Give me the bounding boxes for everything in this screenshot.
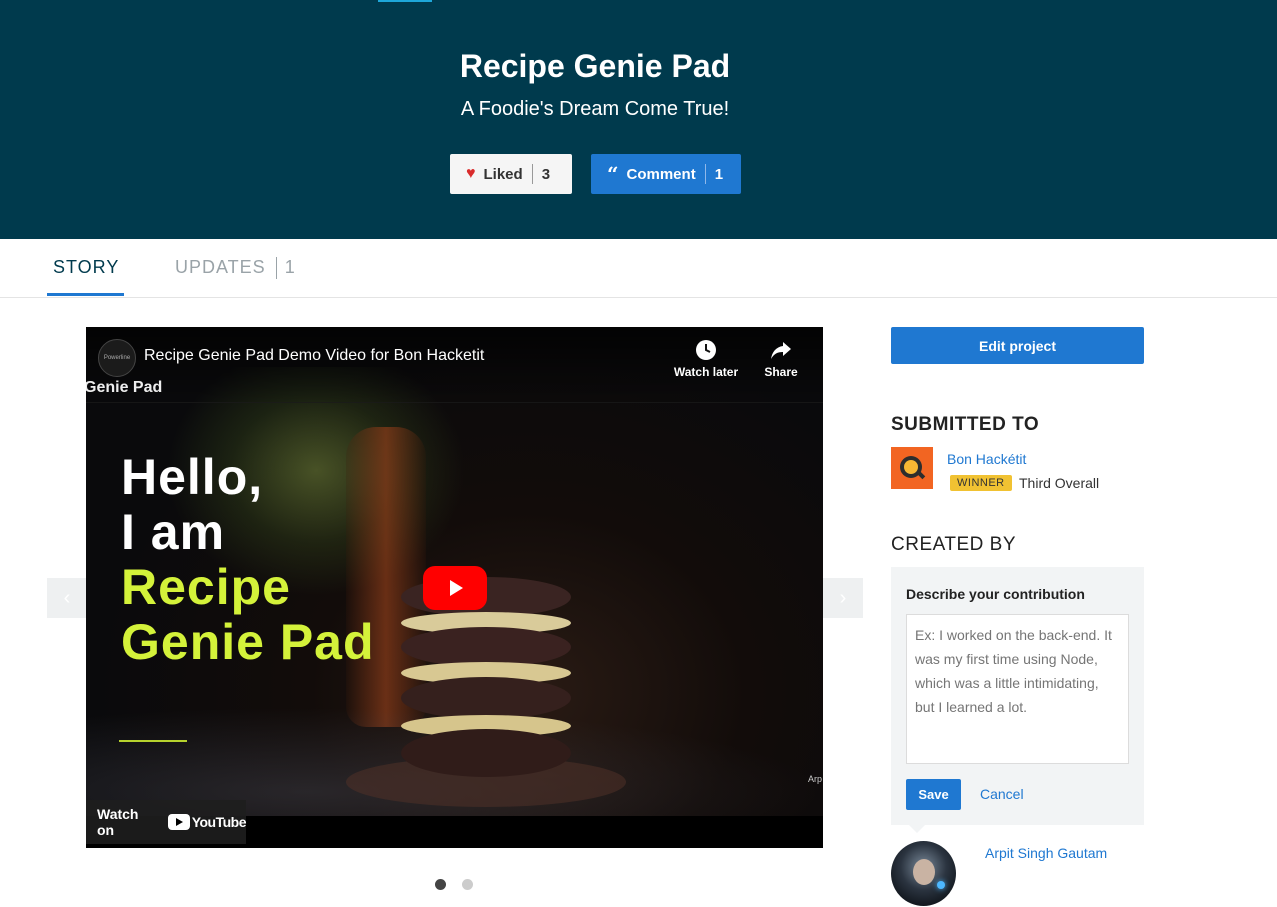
save-button[interactable]: Save <box>906 779 961 810</box>
contribution-textarea[interactable] <box>906 614 1129 764</box>
carousel-dot-2[interactable] <box>462 879 473 890</box>
submitted-to-heading: SUBMITTED TO <box>891 414 1040 435</box>
avatar-glow <box>937 881 945 889</box>
hackathon-logo-icon <box>900 456 926 480</box>
watch-on-label: Watch on <box>97 806 139 838</box>
watch-later-button[interactable]: Watch later <box>672 339 740 379</box>
channel-avatar[interactable]: Powerline <box>98 339 136 377</box>
like-count: 3 <box>541 165 551 183</box>
comment-divider <box>704 164 706 184</box>
quote-icon: “ <box>607 162 619 186</box>
active-tab-indicator <box>47 293 124 296</box>
headline-line-4: Genie Pad <box>121 614 375 670</box>
share-label: Share <box>764 365 798 379</box>
youtube-wordmark: YouTube <box>191 814 247 830</box>
watch-on-youtube-button[interactable]: Watch on YouTube <box>86 800 247 844</box>
share-arrow-icon <box>771 342 791 359</box>
chevron-right-icon: › <box>839 586 847 609</box>
contribution-label: Describe your contribution <box>906 586 1085 602</box>
share-button[interactable]: Share <box>760 339 802 379</box>
project-tagline: A Foodie's Dream Come True! <box>460 98 730 120</box>
comment-count: 1 <box>714 165 724 183</box>
headline-line-2: I am <box>121 504 226 560</box>
tab-updates-label: UPDATES <box>175 257 266 277</box>
contribution-form: Describe your contribution Save Cancel <box>891 567 1144 825</box>
comment-button[interactable]: “ Comment 1 <box>591 154 741 194</box>
member-avatar[interactable] <box>891 841 956 906</box>
created-by-heading: CREATED BY <box>891 534 1017 555</box>
carousel-dots <box>435 879 473 890</box>
comment-label: Comment <box>626 165 696 183</box>
video-headline: Hello, I am Recipe Genie Pad <box>121 450 375 670</box>
tab-updates[interactable]: UPDATES 1 <box>175 257 296 280</box>
video-title[interactable]: Recipe Genie Pad Demo Video for Bon Hack… <box>144 347 484 365</box>
project-tabs: STORY UPDATES 1 <box>0 239 1277 298</box>
project-header: Recipe Genie Pad A Foodie's Dream Come T… <box>0 0 1277 239</box>
youtube-logo: YouTube <box>167 814 247 830</box>
hackathon-link[interactable]: Bon Hackétit <box>947 451 1026 467</box>
contribution-caret <box>909 825 925 833</box>
tab-story[interactable]: STORY <box>53 257 119 278</box>
tab-updates-divider <box>275 257 277 280</box>
chevron-left-icon: ‹ <box>63 586 71 609</box>
video-overlay-text: Genie Pad <box>86 379 163 396</box>
project-title: Recipe Genie Pad <box>459 48 731 84</box>
header-accent-bar <box>378 0 432 2</box>
carousel-next-button[interactable]: › <box>823 578 863 618</box>
carousel-dot-1[interactable] <box>435 879 446 890</box>
hackathon-logo[interactable] <box>891 447 933 489</box>
carousel-prev-button[interactable]: ‹ <box>47 578 87 618</box>
like-label: Liked <box>483 165 523 183</box>
headline-line-3: Recipe <box>121 559 291 615</box>
video-embed[interactable]: Powerline Recipe Genie Pad Demo Video fo… <box>86 327 823 848</box>
play-button[interactable] <box>423 566 487 610</box>
youtube-play-icon <box>167 814 190 830</box>
edit-project-button[interactable]: Edit project <box>891 327 1144 364</box>
like-button[interactable]: ♥ Liked 3 <box>450 154 572 194</box>
tab-updates-count: 1 <box>284 257 296 277</box>
member-name-link[interactable]: Arpit Singh Gautam <box>985 845 1107 861</box>
heart-icon: ♥ <box>466 165 476 182</box>
winner-badge: WINNER <box>950 475 1012 491</box>
winner-placement: Third Overall <box>1019 475 1100 491</box>
channel-name: Powerline <box>103 355 131 361</box>
cancel-link[interactable]: Cancel <box>980 786 1024 802</box>
play-icon <box>450 580 463 596</box>
headline-line-1: Hello, <box>121 449 264 505</box>
like-divider <box>531 164 533 184</box>
headline-underline <box>119 740 187 742</box>
watch-later-label: Watch later <box>673 365 739 379</box>
avatar-face <box>913 859 935 885</box>
clock-icon <box>696 340 716 360</box>
video-credit: Arp <box>808 774 823 784</box>
